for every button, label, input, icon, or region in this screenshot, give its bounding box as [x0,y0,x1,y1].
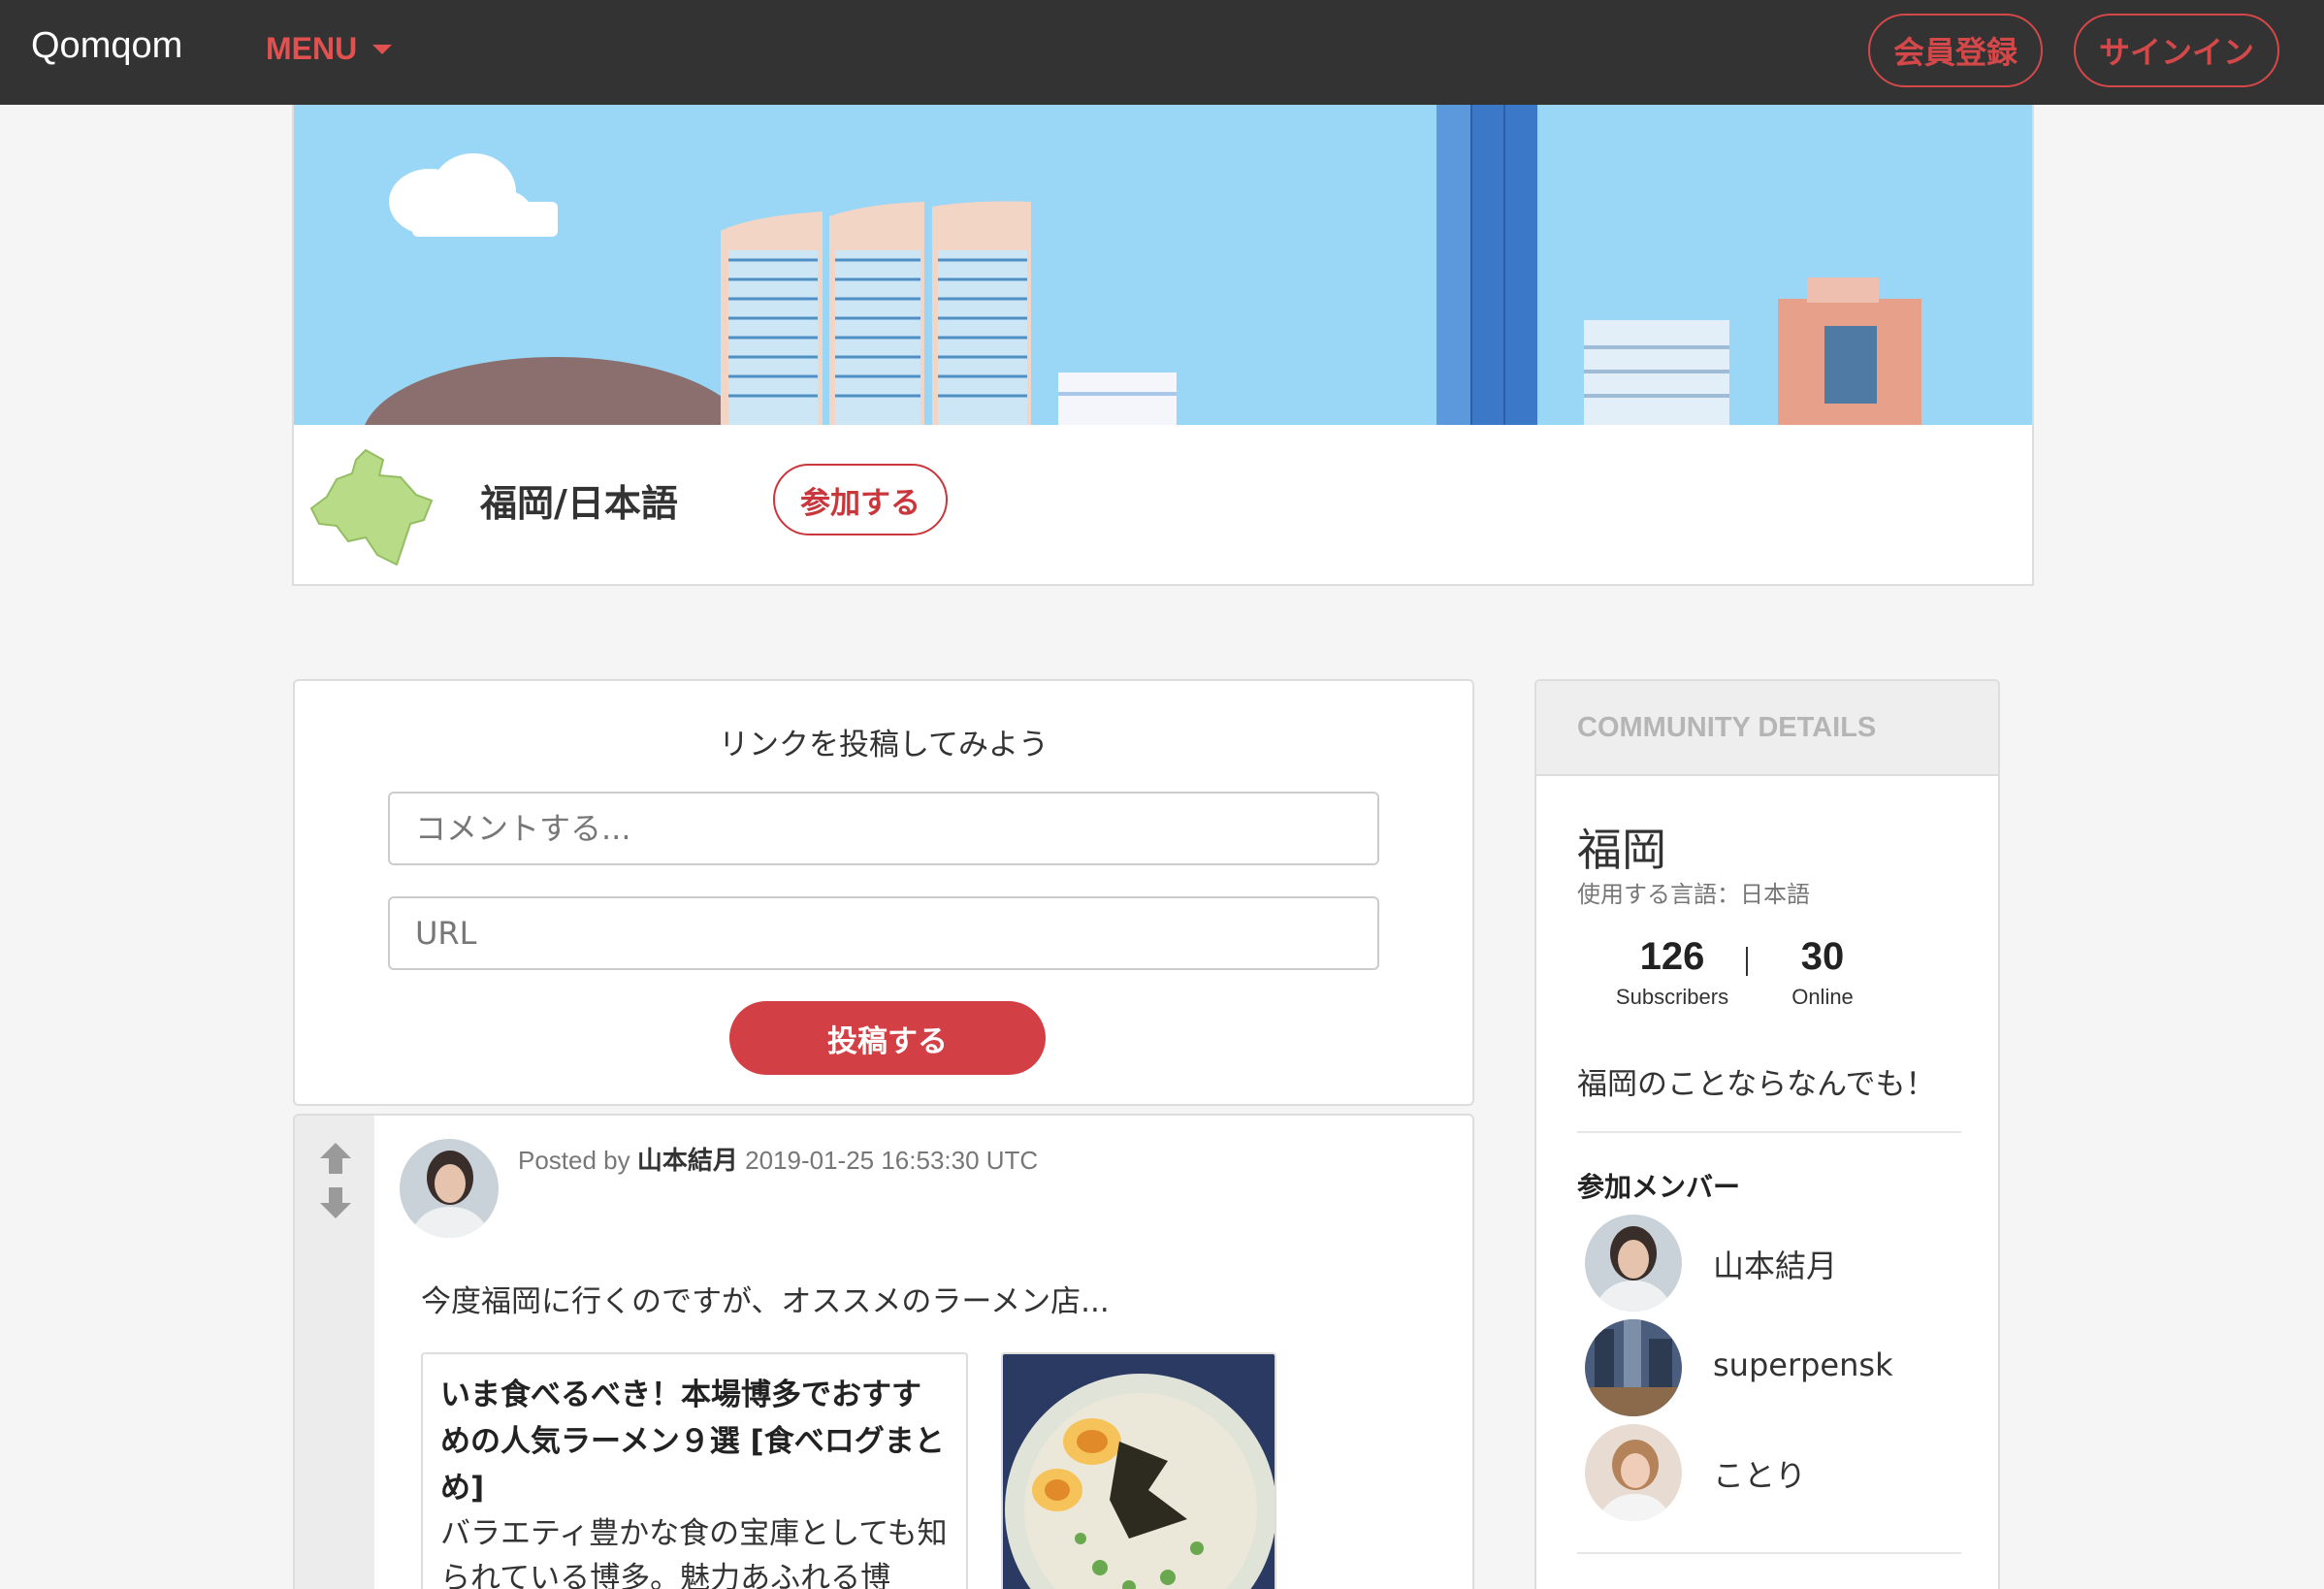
sidebar-community-name: 福岡 [1577,824,1666,876]
online-count: 30 [1800,935,1845,978]
post-timestamp: 2019-01-25 16:53:30 UTC [745,1146,1039,1175]
stat-divider [1746,947,1748,976]
posted-by-label: Posted by [518,1146,630,1175]
submit-post-button[interactable]: 投稿する [729,1001,1046,1075]
link-preview-description: バラエティ豊かな食の宝庫としても知られている博多。魅力あふれる博 [440,1516,948,1589]
signin-button[interactable]: サインイン [2074,14,2279,87]
community-header: 福岡/日本語 参加する [292,425,2034,586]
city-skyline-illustration [365,105,1921,425]
sidebar-divider [1577,1131,1961,1133]
link-preview-thumbnail[interactable] [1001,1352,1276,1589]
subscribers-count: 126 [1639,935,1705,978]
author-avatar[interactable] [400,1139,499,1238]
comment-input[interactable] [388,792,1379,865]
top-navbar: Qomqom MENU 会員登録 サインイン [0,0,2324,105]
members-title: 参加メンバー [1577,1171,1741,1203]
online-stat: 30 Online [1769,935,1876,1010]
caret-down-icon [372,44,393,54]
sidebar-header: COMMUNITY DETAILS [1536,681,1998,776]
link-preview-title: いま食べるべき！本場博多でおすすめの人気ラーメン９選 [食べログまとめ] [440,1378,945,1506]
join-button[interactable]: 参加する [773,464,948,535]
sidebar-description: 福岡のことならなんでも！ [1577,1067,1936,1102]
downvote-arrow-icon[interactable] [316,1184,355,1222]
community-name: 福岡/日本語 [480,482,678,525]
sidebar-divider [1577,1552,1961,1554]
sidebar-header-title: COMMUNITY DETAILS [1577,712,1877,743]
upvote-arrow-icon[interactable] [316,1139,355,1178]
post-card: Posted by 山本結月 2019-01-25 16:53:30 UTC 今… [293,1114,1474,1589]
member-name: superpensk [1713,1346,1893,1383]
register-button[interactable]: 会員登録 [1868,14,2043,87]
post-form: リンクを投稿してみよう 投稿する [293,679,1474,1106]
member-name: 山本結月 [1713,1248,1838,1284]
post-author[interactable]: 山本結月 [637,1147,738,1176]
community-banner [292,105,2034,425]
subscribers-stat: 126 Subscribers [1604,935,1740,1010]
member-item[interactable]: 山本結月 [1585,1215,1953,1313]
post-body-text: 今度福岡に行くのですが、オススメのラーメン店... [421,1284,1110,1319]
member-avatar [1585,1424,1682,1521]
menu-dropdown[interactable]: MENU [266,31,393,67]
sidebar-language: 使用する言語：日本語 [1577,881,1810,908]
fukuoka-map-icon [309,448,434,567]
member-avatar [1585,1215,1682,1312]
link-preview-card[interactable]: いま食べるべき！本場博多でおすすめの人気ラーメン９選 [食べログまとめ] バラエ… [421,1352,968,1589]
member-name: ことり [1713,1457,1807,1494]
post-meta: Posted by 山本結月 2019-01-25 16:53:30 UTC [518,1141,1038,1177]
vote-column [295,1116,374,1589]
url-input[interactable] [388,896,1379,970]
online-label: Online [1791,985,1854,1009]
member-avatar [1585,1319,1682,1416]
brand-logo-text[interactable]: Qomqom [31,25,182,67]
menu-label: MENU [266,31,358,66]
member-item[interactable]: ことり [1585,1424,1953,1523]
member-item[interactable]: superpensk [1585,1319,1953,1418]
post-form-title: リンクを投稿してみよう [718,728,1049,762]
community-details-sidebar: COMMUNITY DETAILS 福岡 使用する言語：日本語 126 Subs… [1534,679,2000,1589]
subscribers-label: Subscribers [1615,985,1729,1009]
